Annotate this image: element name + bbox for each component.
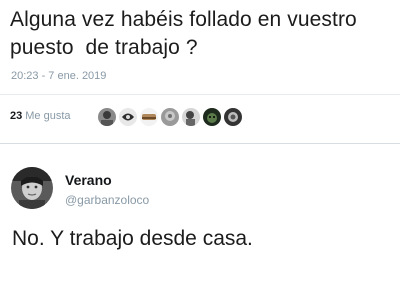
likes-label: Me gusta [25,110,71,122]
likes-row: 23 Me gusta [10,100,395,134]
liker-avatar[interactable] [119,108,137,126]
tweet-timestamp[interactable]: 20:23 - 7 ene. 2019 [11,70,106,82]
liker-avatar[interactable] [98,108,116,126]
tweet-text-line-2: puesto de trabajo ? [10,36,198,59]
likes-count: 23 [10,110,23,122]
liker-avatar[interactable] [224,108,242,126]
tweet-text: Alguna vez habéis follado en vuestro pue… [10,6,395,62]
liker-avatar[interactable] [161,108,179,126]
tweet-text-line-1: Alguna vez habéis follado en vuestro [10,8,357,31]
reply-author-name[interactable]: Verano [65,172,112,188]
reply-author-handle[interactable]: @garbanzoloco [65,193,149,207]
divider [0,94,400,95]
liker-avatar[interactable] [182,108,200,126]
liker-avatar[interactable] [203,108,221,126]
divider [0,143,400,144]
reply-avatar[interactable] [11,167,53,209]
liker-avatar[interactable] [140,108,158,126]
likes-count-link[interactable]: 23 Me gusta [10,110,71,122]
reply-text: No. Y trabajo desde casa. [12,227,253,250]
